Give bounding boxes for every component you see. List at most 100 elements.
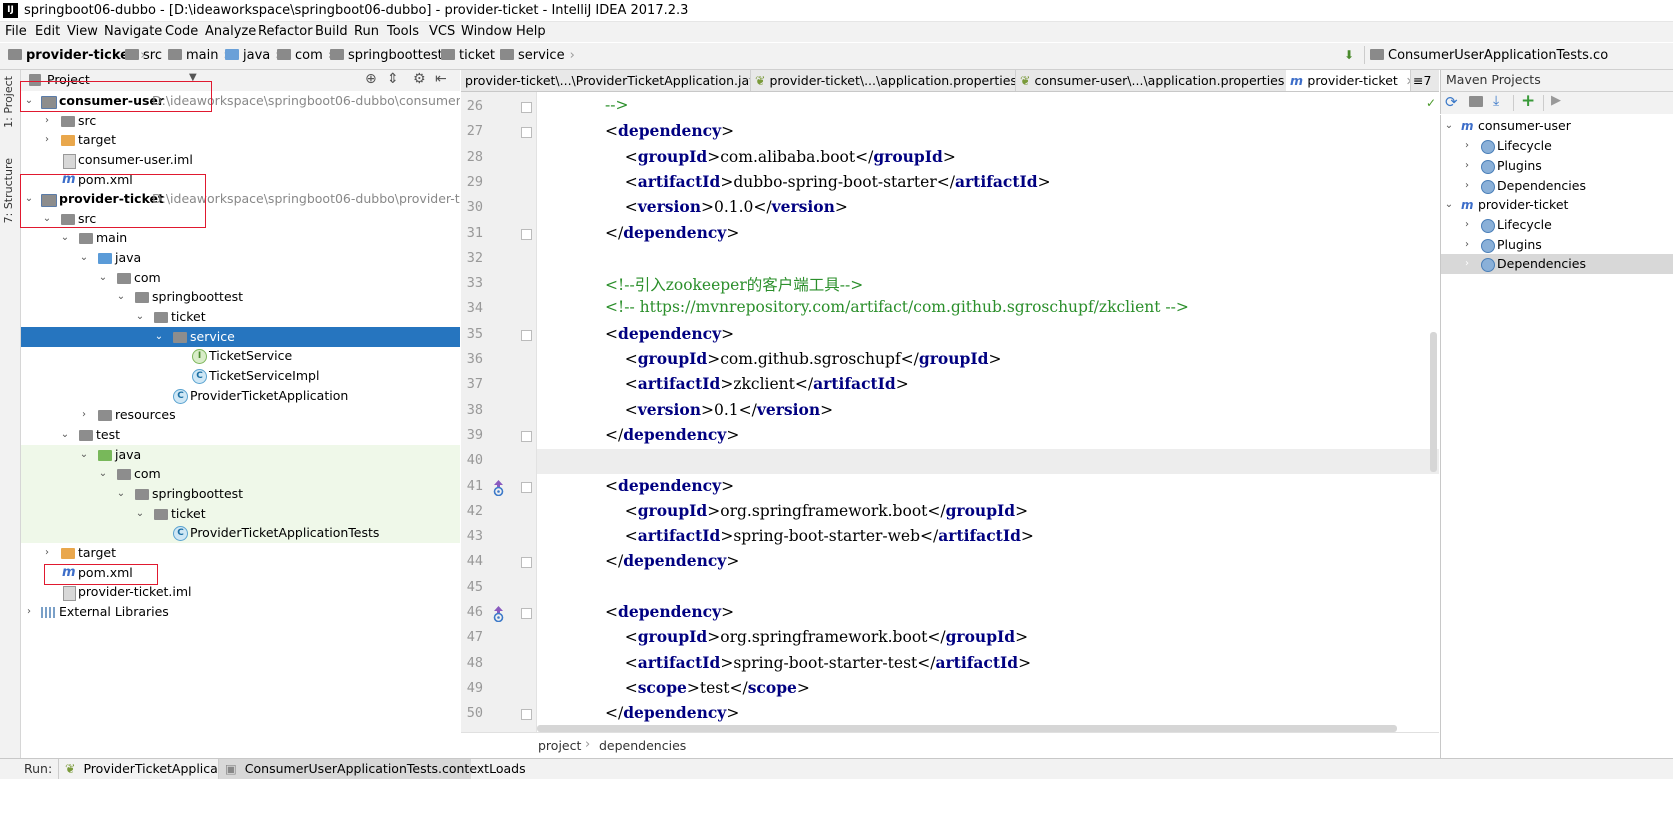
chevron-down-icon[interactable]: ⌄ <box>1443 116 1455 136</box>
fold-marker-icon[interactable] <box>521 608 532 619</box>
crumb-java[interactable]: java› <box>225 48 280 63</box>
fold-marker-icon[interactable] <box>521 481 532 493</box>
menu-view[interactable]: View <box>67 24 98 39</box>
tree-item-ticket[interactable]: ⌄ ticket <box>21 307 460 327</box>
menu-refactor[interactable]: Refactor <box>258 24 313 39</box>
menu-run[interactable]: Run <box>354 24 379 39</box>
tree-item-main[interactable]: ⌄ main <box>21 228 460 248</box>
tree-item-test-ticket[interactable]: ⌄ ticket <box>21 504 460 524</box>
tree-item-target[interactable]: › target <box>21 543 460 563</box>
menu-navigate[interactable]: Navigate <box>104 24 162 39</box>
generate-sources-icon[interactable] <box>1469 96 1483 107</box>
chevron-right-icon[interactable]: › <box>1461 235 1473 255</box>
menu-window[interactable]: Window <box>461 24 512 39</box>
fold-marker-icon[interactable] <box>521 430 532 442</box>
maven-project-consumer-user[interactable]: ⌄ m consumer-user <box>1441 116 1673 136</box>
reimport-icon[interactable]: ⟳ <box>1445 93 1458 111</box>
project-tool-tab[interactable]: 1: Project <box>2 76 15 128</box>
maven-dependencies[interactable]: › Dependencies <box>1441 176 1673 196</box>
chevron-down-icon[interactable]: ⌄ <box>78 445 90 465</box>
maven-dependencies[interactable]: › Dependencies <box>1441 254 1673 274</box>
chevron-down-icon[interactable]: ⌄ <box>97 464 109 484</box>
tree-item-springboottest[interactable]: ⌄ springboottest <box>21 287 460 307</box>
tree-item-target[interactable]: › target <box>21 130 460 150</box>
menu-tools[interactable]: Tools <box>387 24 419 39</box>
collapse-all-icon[interactable]: ⇕ <box>387 71 399 87</box>
tab-provider-ticket-pom[interactable]: m provider-ticket✕ <box>1286 70 1411 91</box>
structure-tool-tab[interactable]: 7: Structure <box>2 158 15 223</box>
code-editor[interactable]: 26 27 28 29 30 31 32 33 34 35 36 37 38 39 40 41 42 43 44 45… <box>461 92 1439 732</box>
chevron-right-icon[interactable]: › <box>41 130 53 150</box>
tree-item-iml[interactable]: consumer-user.iml <box>21 150 460 170</box>
tree-item-resources[interactable]: › resources <box>21 405 460 425</box>
chevron-right-icon[interactable]: › <box>1461 136 1473 156</box>
tree-item-ticketservice[interactable]: I TicketService <box>21 346 460 366</box>
tree-item-src[interactable]: › src <box>21 111 460 131</box>
crumb-com[interactable]: com› <box>277 48 333 63</box>
maven-dependency-gutter-icon[interactable] <box>492 606 505 623</box>
maven-dependency-gutter-icon[interactable] <box>492 479 505 496</box>
tab-provider-ticket-application[interactable]: provider-ticket\...\ProviderTicketApplic… <box>461 70 751 91</box>
tree-item-test[interactable]: ⌄ test <box>21 425 460 445</box>
crumb-project[interactable]: project <box>538 738 581 753</box>
tree-item-providerticketapplicationtests[interactable]: C ProviderTicketApplicationTests <box>21 523 460 543</box>
fold-marker-icon[interactable] <box>521 228 532 240</box>
tab-provider-application-properties[interactable]: ❦ provider-ticket\...\application.proper… <box>751 70 1016 91</box>
menu-build[interactable]: Build <box>315 24 348 39</box>
chevron-right-icon[interactable]: › <box>1461 156 1473 176</box>
fold-marker-icon[interactable] <box>521 329 532 341</box>
tab-consumer-application-properties[interactable]: ❦ consumer-user\...\application.properti… <box>1016 70 1289 91</box>
menu-analyze[interactable]: Analyze <box>205 24 256 39</box>
run-tab-provider[interactable]: ❦ ProviderTicketApplication <box>58 759 242 779</box>
tree-item-service[interactable]: ⌄ service <box>21 327 460 347</box>
tree-item-java[interactable]: ⌄ java <box>21 248 460 268</box>
chevron-right-icon[interactable]: › <box>23 602 35 622</box>
fold-marker-icon[interactable] <box>521 127 532 139</box>
chevron-down-icon[interactable]: ⌄ <box>115 287 127 307</box>
crumb-springboottest[interactable]: springboottest› <box>330 48 453 63</box>
chevron-right-icon[interactable]: › <box>78 405 90 425</box>
tree-item-ticketserviceimpl[interactable]: C TicketServiceImpl <box>21 366 460 386</box>
chevron-right-icon[interactable]: › <box>1461 254 1473 274</box>
menu-code[interactable]: Code <box>165 24 198 39</box>
chevron-right-icon[interactable]: › <box>1461 176 1473 196</box>
tree-item-providerticketapplication[interactable]: C ProviderTicketApplication <box>21 386 460 406</box>
chevron-right-icon[interactable]: › <box>1461 215 1473 235</box>
maven-lifecycle[interactable]: › Lifecycle <box>1441 136 1673 156</box>
tab-overflow-button[interactable]: ≡7 <box>1409 70 1441 91</box>
chevron-down-icon[interactable]: ⌄ <box>134 307 146 327</box>
crumb-src[interactable]: src› <box>125 48 172 63</box>
chevron-down-icon[interactable]: ⌄ <box>134 504 146 524</box>
vertical-scrollbar[interactable] <box>1430 332 1437 472</box>
crumb-dependencies[interactable]: dependencies <box>599 738 686 753</box>
crumb-ticket[interactable]: ticket› <box>441 48 505 63</box>
crumb-main[interactable]: main› <box>168 48 229 63</box>
chevron-down-icon[interactable]: ⌄ <box>1443 195 1455 215</box>
download-icon[interactable]: ⤓ <box>1493 93 1499 109</box>
locate-icon[interactable]: ⊕ <box>365 71 377 87</box>
tree-item-test-springboottest[interactable]: ⌄ springboottest <box>21 484 460 504</box>
chevron-down-icon[interactable]: ⌄ <box>153 327 165 347</box>
gear-icon[interactable]: ⚙ <box>413 71 426 87</box>
maven-plugins[interactable]: › Plugins <box>1441 235 1673 255</box>
crumb-service[interactable]: service › <box>500 48 575 63</box>
chevron-right-icon[interactable]: › <box>41 543 53 563</box>
tree-item-test-com[interactable]: ⌄ com <box>21 464 460 484</box>
tree-item-external-libraries[interactable]: › External Libraries <box>21 602 460 622</box>
build-icon[interactable]: ⬇ <box>1344 48 1358 62</box>
horizontal-scrollbar[interactable] <box>537 725 1397 732</box>
run-config-selector[interactable]: ConsumerUserApplicationTests.co <box>1370 48 1608 63</box>
menu-edit[interactable]: Edit <box>35 24 60 39</box>
menu-file[interactable]: File <box>5 24 27 39</box>
tree-item-test-java[interactable]: ⌄ java <box>21 445 460 465</box>
run-icon[interactable]: ▶ <box>1551 93 1561 108</box>
maven-lifecycle[interactable]: › Lifecycle <box>1441 215 1673 235</box>
fold-marker-icon[interactable] <box>521 709 532 721</box>
maven-plugins[interactable]: › Plugins <box>1441 156 1673 176</box>
chevron-down-icon[interactable]: ⌄ <box>59 425 71 445</box>
chevron-down-icon[interactable]: ⌄ <box>115 484 127 504</box>
maven-project-provider-ticket[interactable]: ⌄ m provider-ticket <box>1441 195 1673 215</box>
fold-marker-icon[interactable] <box>521 102 532 113</box>
menu-help[interactable]: Help <box>516 24 546 39</box>
chevron-down-icon[interactable]: ⌄ <box>59 228 71 248</box>
